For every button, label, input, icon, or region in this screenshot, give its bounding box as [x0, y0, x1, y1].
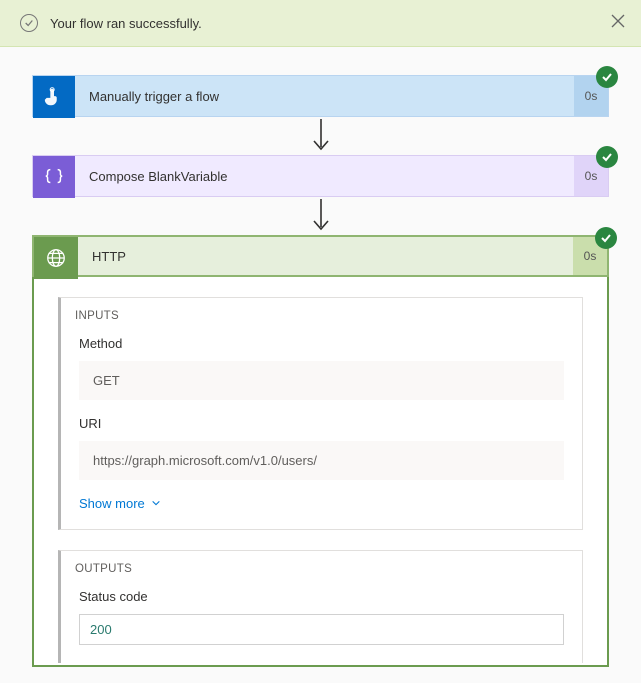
success-badge-icon	[596, 146, 618, 168]
inputs-section: INPUTS Method GET URI https://graph.micr…	[58, 297, 583, 530]
flow-step-compose[interactable]: Compose BlankVariable 0s	[32, 155, 609, 197]
success-badge-icon	[596, 66, 618, 88]
method-value: GET	[79, 361, 564, 400]
globe-icon	[34, 237, 78, 279]
success-notification: Your flow ran successfully.	[0, 0, 641, 47]
http-details-panel: INPUTS Method GET URI https://graph.micr…	[32, 277, 609, 667]
uri-label: URI	[79, 416, 564, 431]
outputs-header: OUTPUTS	[61, 551, 582, 589]
flow-step-http[interactable]: HTTP 0s	[32, 235, 609, 277]
step-title: Compose BlankVariable	[75, 156, 574, 196]
close-icon[interactable]	[611, 14, 625, 28]
uri-value: https://graph.microsoft.com/v1.0/users/	[79, 441, 564, 480]
status-code-value[interactable]: 200	[79, 614, 564, 645]
check-circle-icon	[20, 14, 38, 32]
step-title: HTTP	[78, 237, 573, 275]
braces-icon	[33, 156, 75, 198]
arrow-down-icon	[32, 117, 609, 155]
inputs-header: INPUTS	[61, 298, 582, 336]
arrow-down-icon	[32, 197, 609, 235]
step-title: Manually trigger a flow	[75, 76, 574, 116]
show-more-link[interactable]: Show more	[61, 496, 582, 511]
notification-text: Your flow ran successfully.	[50, 16, 202, 31]
status-code-label: Status code	[79, 589, 564, 604]
chevron-down-icon	[151, 496, 161, 511]
flow-step-manual-trigger[interactable]: Manually trigger a flow 0s	[32, 75, 609, 117]
method-label: Method	[79, 336, 564, 351]
hand-touch-icon	[33, 76, 75, 118]
success-badge-icon	[595, 227, 617, 249]
outputs-section: OUTPUTS Status code 200	[58, 550, 583, 663]
